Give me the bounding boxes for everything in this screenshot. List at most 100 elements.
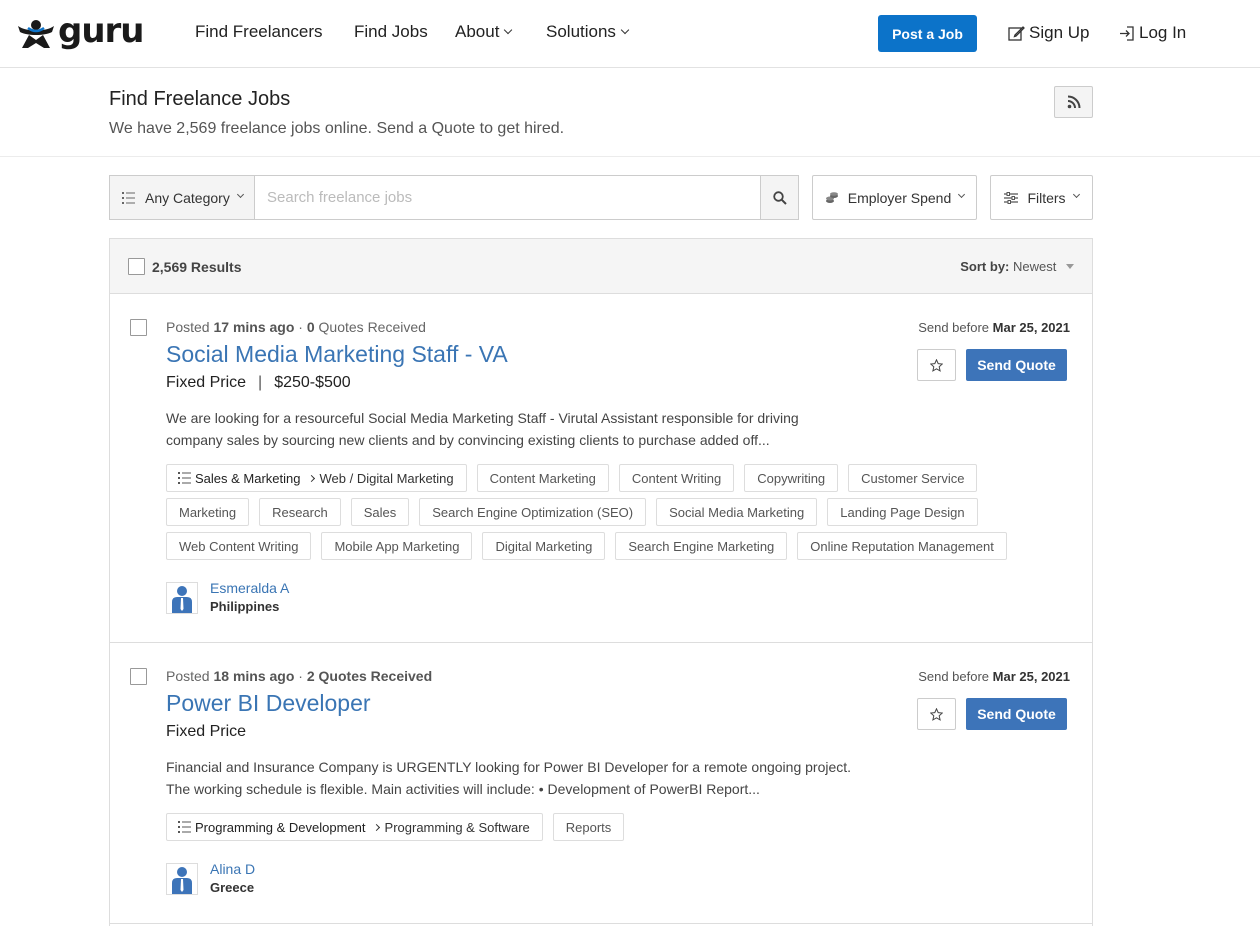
job-card: Posted 17 mins ago · 0 Quotes Received S…: [110, 294, 1092, 643]
send-before: Send before Mar 25, 2021: [918, 320, 1070, 335]
skill-tag[interactable]: Marketing: [166, 498, 250, 526]
results-header: 2,569 Results Sort by: Newest: [110, 239, 1092, 294]
skill-tag[interactable]: Research: [259, 498, 341, 526]
page-header: Find Freelance Jobs We have 2,569 freela…: [0, 68, 1260, 157]
log-in-link[interactable]: Log In: [1118, 23, 1186, 43]
nav-solutions[interactable]: Solutions: [546, 22, 630, 42]
sign-in-icon: [1120, 25, 1134, 41]
chevron-down-icon: [504, 25, 513, 35]
skill-tags: Sales & Marketing Web / Digital Marketin…: [166, 464, 1046, 560]
posted-prefix: Posted: [166, 668, 210, 684]
rss-button[interactable]: [1054, 86, 1093, 118]
category-tag[interactable]: Sales & Marketing Web / Digital Marketin…: [166, 464, 467, 492]
nav-solutions-label: Solutions: [546, 22, 616, 41]
skill-tag[interactable]: Search Engine Optimization (SEO): [419, 498, 647, 526]
sign-up-label: Sign Up: [1029, 23, 1090, 42]
page-title: Find Freelance Jobs: [109, 88, 291, 110]
nav-find-freelancers[interactable]: Find Freelancers: [195, 22, 323, 42]
job-description: We are looking for a resourceful Social …: [166, 410, 799, 448]
quotes-label: Quotes Received: [318, 319, 426, 335]
search-icon: [772, 190, 787, 205]
post-job-button[interactable]: Post a Job: [878, 15, 977, 52]
star-icon: [930, 358, 943, 372]
caret-down-icon: [1066, 264, 1074, 269]
skill-tag[interactable]: Landing Page Design: [827, 498, 978, 526]
price-range: $250-$500: [274, 374, 351, 391]
job-price: Fixed Price | $250-$500: [166, 374, 351, 392]
category-label: Any Category: [145, 189, 230, 206]
save-job-button[interactable]: [917, 349, 956, 381]
filters-label: Filters: [1027, 189, 1066, 206]
chevron-down-icon: [1072, 190, 1080, 199]
skill-tag[interactable]: Sales: [350, 498, 410, 526]
employer-spend-label: Employer Spend: [847, 189, 952, 206]
send-quote-button[interactable]: Send Quote: [966, 349, 1067, 381]
skill-tag[interactable]: Content Marketing: [476, 464, 609, 492]
employer-name[interactable]: Esmeralda A: [210, 580, 289, 596]
subcategory-name: Web / Digital Marketing: [319, 470, 454, 486]
user-avatar-icon: [172, 586, 192, 613]
job-price: Fixed Price: [166, 723, 246, 741]
skill-tag[interactable]: Reports: [552, 813, 625, 841]
category-dropdown[interactable]: Any Category: [109, 175, 255, 220]
skill-tag[interactable]: Web Content Writing: [166, 532, 312, 560]
employer-name[interactable]: Alina D: [210, 861, 255, 877]
category-tag[interactable]: Programming & Development Programming & …: [166, 813, 543, 841]
list-icon: [122, 191, 135, 204]
price-type: Fixed Price: [166, 723, 247, 740]
avatar[interactable]: [166, 863, 198, 895]
send-before: Send before Mar 25, 2021: [918, 669, 1070, 684]
search-button[interactable]: [760, 175, 799, 220]
sign-up-link[interactable]: Sign Up: [1008, 23, 1089, 43]
search-input[interactable]: [254, 175, 761, 220]
results-count: 2,569 Results: [152, 259, 242, 275]
logo-text: guru: [58, 11, 145, 51]
chevron-down-icon: [620, 25, 630, 35]
send-before-prefix: Send before: [918, 320, 990, 335]
sort-dropdown[interactable]: Sort by: Newest: [960, 259, 1074, 274]
log-in-label: Log In: [1139, 23, 1187, 42]
job-title-link[interactable]: Social Media Marketing Staff - VA: [166, 341, 508, 368]
price-type: Fixed Price: [166, 374, 247, 391]
job-select-checkbox[interactable]: [130, 319, 147, 336]
save-job-button[interactable]: [917, 698, 956, 730]
nav-about-label: About: [455, 22, 500, 41]
skill-tag[interactable]: Online Reputation Management: [797, 532, 1007, 560]
category-name: Programming & Development: [195, 819, 366, 835]
list-icon: [178, 821, 191, 833]
select-all-checkbox[interactable]: [128, 258, 145, 275]
avatar[interactable]: [166, 582, 198, 614]
skill-tag[interactable]: Digital Marketing: [482, 532, 606, 560]
posted-time: 17 mins ago: [213, 319, 295, 335]
list-icon: [178, 472, 191, 484]
skill-tag[interactable]: Social Media Marketing: [656, 498, 818, 526]
skill-tag[interactable]: Customer Service: [848, 464, 978, 492]
skill-tags: Programming & Development Programming & …: [166, 813, 1046, 841]
nav-find-jobs[interactable]: Find Jobs: [354, 22, 428, 42]
meta-dot: ·: [298, 319, 303, 335]
employer-country: Philippines: [210, 599, 280, 614]
filters-dropdown[interactable]: Filters: [990, 175, 1093, 220]
chevron-down-icon: [958, 190, 966, 199]
send-before-date: Mar 25, 2021: [992, 669, 1070, 684]
nav-about[interactable]: About: [455, 22, 513, 42]
send-before-date: Mar 25, 2021: [992, 320, 1070, 335]
posted-prefix: Posted: [166, 319, 210, 335]
skill-tag[interactable]: Content Writing: [618, 464, 735, 492]
job-select-checkbox[interactable]: [130, 668, 147, 685]
guru-logo[interactable]: guru: [16, 11, 145, 54]
skill-tag[interactable]: Search Engine Marketing: [615, 532, 788, 560]
rss-icon: [1067, 95, 1080, 109]
employer: Alina D Greece: [166, 861, 255, 895]
edit-icon: [1008, 25, 1025, 41]
top-navigation: guru Find Freelancers Find Jobs About So…: [0, 0, 1260, 68]
job-title-link[interactable]: Power BI Developer: [166, 690, 371, 717]
employer-spend-dropdown[interactable]: Employer Spend: [812, 175, 977, 220]
send-quote-button[interactable]: Send Quote: [966, 698, 1067, 730]
category-name: Sales & Marketing: [195, 470, 301, 486]
sort-label: Sort by:: [960, 259, 1010, 274]
skill-tag[interactable]: Mobile App Marketing: [321, 532, 473, 560]
skill-tag[interactable]: Copywriting: [744, 464, 839, 492]
employer-country: Greece: [210, 880, 255, 895]
chevron-down-icon: [236, 190, 244, 199]
